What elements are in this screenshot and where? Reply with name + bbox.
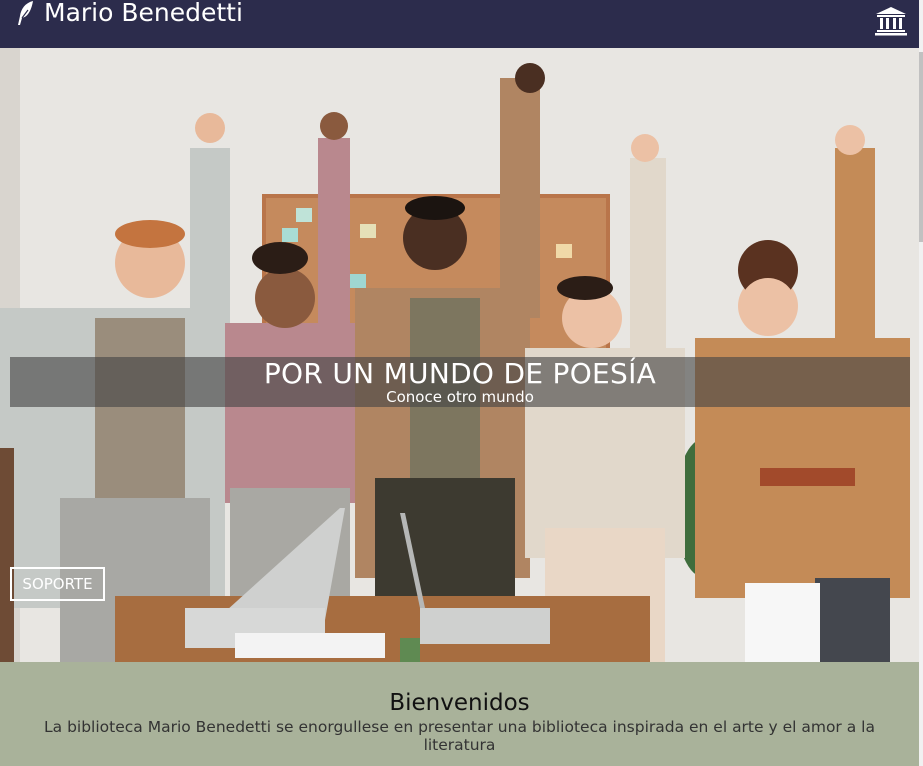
hero-section: POR UN MUNDO DE POESÍA Conoce otro mundo… (0, 48, 919, 662)
hero-photo (0, 48, 919, 662)
hero-title: POR UN MUNDO DE POESÍA (263, 357, 657, 390)
welcome-section: Bienvenidos La biblioteca Mario Benedett… (0, 662, 919, 766)
support-button[interactable]: SOPORTE (10, 567, 105, 601)
scrollbar-thumb[interactable] (919, 52, 923, 242)
top-navbar: Mario Benedetti (0, 0, 919, 48)
feather-icon (18, 1, 33, 25)
brand-name: Mario Benedetti (44, 0, 243, 27)
landmark-icon (875, 7, 907, 36)
brand-link[interactable]: Mario Benedetti (16, 0, 243, 26)
hero-subtitle: Conoce otro mundo (386, 388, 534, 406)
welcome-text: La biblioteca Mario Benedetti se enorgul… (44, 718, 875, 754)
hero-banner: POR UN MUNDO DE POESÍA Conoce otro mundo (10, 357, 910, 407)
library-button[interactable] (874, 6, 908, 36)
welcome-title: Bienvenidos (389, 690, 530, 716)
